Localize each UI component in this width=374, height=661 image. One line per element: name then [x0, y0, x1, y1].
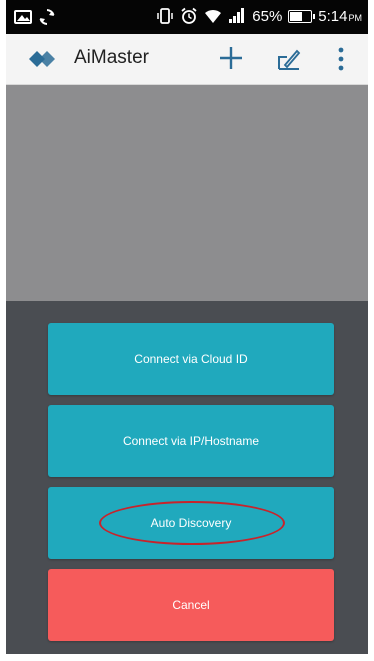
vibrate-icon: [157, 8, 174, 24]
photo-notification-icon: [14, 10, 32, 24]
app-title: AiMaster: [74, 47, 149, 68]
alarm-icon: [181, 7, 197, 24]
bottom-edge: [6, 654, 368, 661]
screen: 65% 5:14PM AiMaster Connect via Cloud ID: [0, 0, 374, 661]
edit-icon[interactable]: [277, 47, 301, 71]
plus-icon[interactable]: [218, 45, 244, 71]
connect-cloud-id-button[interactable]: Connect via Cloud ID: [48, 323, 334, 395]
sync-icon: [39, 9, 55, 25]
clock: 5:14PM: [318, 8, 362, 25]
cancel-button[interactable]: Cancel: [48, 569, 334, 641]
battery-icon: [288, 9, 316, 23]
clock-suffix: PM: [348, 12, 363, 23]
auto-discovery-button[interactable]: Auto Discovery: [48, 487, 334, 559]
app-bar: AiMaster: [6, 34, 368, 85]
clock-time: 5:14: [318, 7, 348, 25]
connect-ip-hostname-button[interactable]: Connect via IP/Hostname: [48, 405, 334, 477]
connection-sheet: Connect via Cloud ID Connect via IP/Host…: [6, 301, 368, 654]
aimaster-logo-icon: [29, 51, 55, 67]
content-overlay: [6, 85, 368, 301]
wifi-icon: [205, 9, 222, 23]
more-vert-icon[interactable]: [336, 46, 346, 72]
signal-icon: [229, 8, 245, 23]
battery-percent: 65%: [252, 7, 283, 25]
status-bar: 65% 5:14PM: [6, 0, 368, 34]
